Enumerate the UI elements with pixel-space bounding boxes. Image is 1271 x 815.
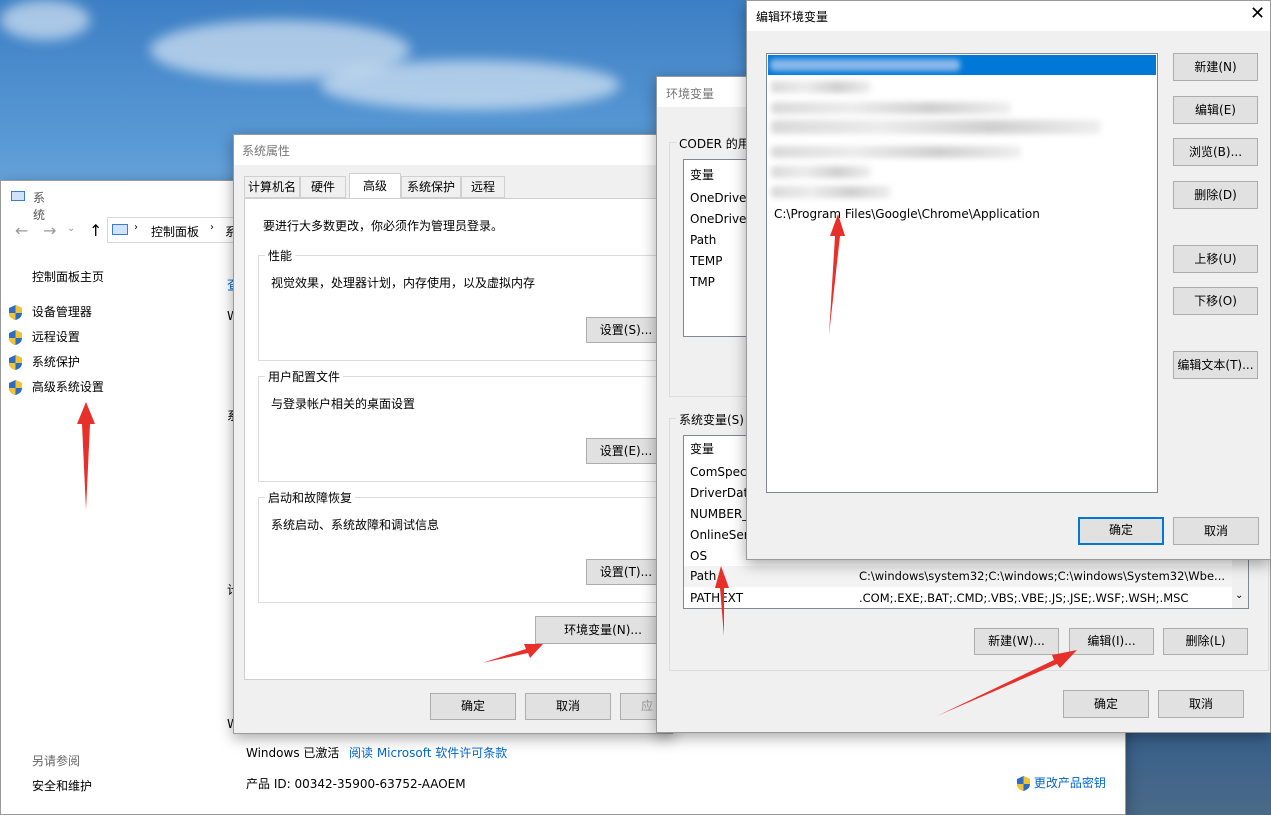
arrow-icon xyxy=(829,214,845,335)
arrow-icon xyxy=(482,644,543,663)
annotation-arrows xyxy=(77,214,1077,716)
arrow-icon xyxy=(937,650,1077,716)
arrow-icon xyxy=(77,402,95,510)
arrow-icon xyxy=(715,566,729,636)
